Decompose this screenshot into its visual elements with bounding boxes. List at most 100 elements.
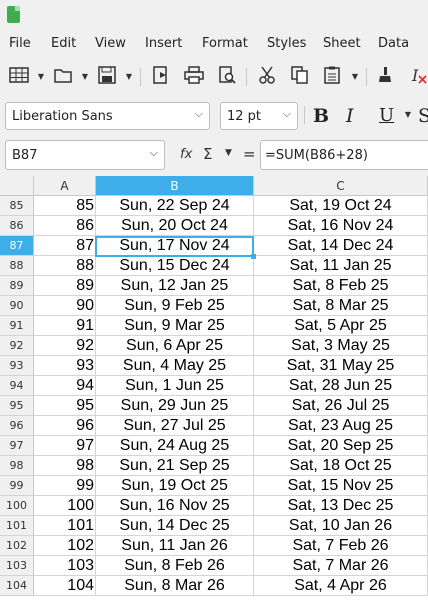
cell-b[interactable]: Sun, 8 Mar 26 (96, 576, 254, 596)
cell-c[interactable]: Sat, 7 Mar 26 (254, 556, 428, 576)
column-header-a[interactable]: A (34, 176, 96, 196)
cell-a[interactable]: 86 (34, 216, 96, 236)
cell-b[interactable]: Sun, 27 Jul 25 (96, 416, 254, 436)
cell-b[interactable]: Sun, 14 Dec 25 (96, 516, 254, 536)
cell-c[interactable]: Sat, 26 Jul 25 (254, 396, 428, 416)
print-preview-icon[interactable] (216, 66, 238, 88)
autofill-handle[interactable] (251, 254, 256, 259)
row-header[interactable]: 86 (0, 216, 34, 236)
row-header[interactable]: 96 (0, 416, 34, 436)
function-wizard-icon[interactable]: fx (180, 147, 192, 162)
copy-icon[interactable] (289, 66, 311, 88)
chevron-down-icon[interactable]: ▼ (225, 148, 232, 158)
save-icon[interactable] (96, 66, 118, 88)
cell-c[interactable]: Sat, 13 Dec 25 (254, 496, 428, 516)
menu-view[interactable]: View (95, 36, 126, 51)
cell-b[interactable]: Sun, 9 Feb 25 (96, 296, 254, 316)
cell-a[interactable]: 102 (34, 536, 96, 556)
font-size-combo[interactable]: 12 pt ⌵ (220, 102, 298, 130)
cell-a[interactable]: 95 (34, 396, 96, 416)
menu-edit[interactable]: Edit (51, 36, 76, 51)
cell-a[interactable]: 104 (34, 576, 96, 596)
row-header[interactable]: 102 (0, 536, 34, 556)
cell-c[interactable]: Sat, 5 Apr 25 (254, 316, 428, 336)
cell-c[interactable]: Sat, 31 May 25 (254, 356, 428, 376)
cell-a[interactable]: 103 (34, 556, 96, 576)
cell-a[interactable]: 87 (34, 236, 96, 256)
row-header[interactable]: 97 (0, 436, 34, 456)
italic-icon[interactable]: I (346, 103, 354, 129)
export-pdf-icon[interactable] (150, 66, 172, 88)
cell-b[interactable]: Sun, 9 Mar 25 (96, 316, 254, 336)
bold-icon[interactable]: B (313, 103, 329, 129)
chevron-down-icon[interactable]: ▼ (350, 66, 360, 88)
cell-b[interactable]: Sun, 1 Jun 25 (96, 376, 254, 396)
formula-input[interactable]: =SUM(B86+28) (260, 140, 428, 170)
row-header[interactable]: 92 (0, 336, 34, 356)
row-header[interactable]: 93 (0, 356, 34, 376)
row-header[interactable]: 103 (0, 556, 34, 576)
cell-b[interactable]: Sun, 22 Sep 24 (96, 196, 254, 216)
row-header[interactable]: 100 (0, 496, 34, 516)
cell-c[interactable]: Sat, 8 Feb 25 (254, 276, 428, 296)
cell-c[interactable]: Sat, 8 Mar 25 (254, 296, 428, 316)
open-folder-icon[interactable] (52, 66, 74, 88)
cell-b[interactable]: Sun, 15 Dec 24 (96, 256, 254, 276)
menu-styles[interactable]: Styles (267, 36, 306, 51)
cell-c[interactable]: Sat, 14 Dec 24 (254, 236, 428, 256)
cell-a[interactable]: 100 (34, 496, 96, 516)
row-header[interactable]: 88 (0, 256, 34, 276)
cell-c[interactable]: Sat, 15 Nov 25 (254, 476, 428, 496)
row-header[interactable]: 99 (0, 476, 34, 496)
cell-c[interactable]: Sat, 4 Apr 26 (254, 576, 428, 596)
cell-b[interactable]: Sun, 8 Feb 26 (96, 556, 254, 576)
cell-a[interactable]: 92 (34, 336, 96, 356)
print-icon[interactable] (183, 66, 205, 88)
formula-equals-icon[interactable]: = (243, 145, 256, 163)
row-header[interactable]: 98 (0, 456, 34, 476)
cell-a[interactable]: 99 (34, 476, 96, 496)
chevron-down-icon[interactable]: ▼ (403, 104, 413, 126)
cell-a[interactable]: 90 (34, 296, 96, 316)
cut-icon[interactable] (256, 66, 278, 88)
cell-a[interactable]: 85 (34, 196, 96, 216)
cell-c[interactable]: Sat, 16 Nov 24 (254, 216, 428, 236)
cell-c[interactable]: Sat, 20 Sep 25 (254, 436, 428, 456)
cell-b[interactable]: Sun, 12 Jan 25 (96, 276, 254, 296)
column-header-b[interactable]: B (96, 176, 254, 196)
cell-a[interactable]: 89 (34, 276, 96, 296)
chevron-down-icon[interactable]: ▼ (36, 66, 46, 88)
column-header-c[interactable]: C (254, 176, 428, 196)
strikethrough-icon[interactable]: S (418, 103, 428, 129)
row-header[interactable]: 85 (0, 196, 34, 216)
chevron-down-icon[interactable]: ⌵ (150, 146, 158, 160)
cell-a[interactable]: 94 (34, 376, 96, 396)
cell-a[interactable]: 88 (34, 256, 96, 276)
underline-icon[interactable]: U (379, 103, 394, 129)
cell-a[interactable]: 98 (34, 456, 96, 476)
cell-a[interactable]: 93 (34, 356, 96, 376)
chevron-down-icon[interactable]: ▼ (124, 66, 134, 88)
cell-b[interactable]: Sun, 21 Sep 25 (96, 456, 254, 476)
chevron-down-icon[interactable]: ▼ (80, 66, 90, 88)
cell-a[interactable]: 91 (34, 316, 96, 336)
menu-insert[interactable]: Insert (145, 36, 182, 51)
cell-c[interactable]: Sat, 23 Aug 25 (254, 416, 428, 436)
row-header[interactable]: 101 (0, 516, 34, 536)
row-header[interactable]: 89 (0, 276, 34, 296)
cell-a[interactable]: 96 (34, 416, 96, 436)
cell-b[interactable]: Sun, 24 Aug 25 (96, 436, 254, 456)
menu-data[interactable]: Data (378, 36, 409, 51)
cell-b[interactable]: Sun, 6 Apr 25 (96, 336, 254, 356)
cell-c[interactable]: Sat, 11 Jan 25 (254, 256, 428, 276)
cell-c[interactable]: Sat, 7 Feb 26 (254, 536, 428, 556)
clear-formatting-icon[interactable]: I (408, 66, 428, 88)
cell-c[interactable]: Sat, 18 Oct 25 (254, 456, 428, 476)
chevron-down-icon[interactable]: ⌵ (195, 107, 203, 121)
font-name-combo[interactable]: Liberation Sans ⌵ (5, 102, 210, 130)
insert-table-icon[interactable] (8, 66, 30, 88)
row-header[interactable]: 90 (0, 296, 34, 316)
spreadsheet-grid[interactable]: A B C 85 85 Sun, 22 Sep 24 Sat, 19 Oct 24 86… (0, 176, 428, 602)
cell-b[interactable]: Sun, 17 Nov 24 (96, 236, 254, 256)
select-all-corner[interactable] (0, 176, 34, 196)
